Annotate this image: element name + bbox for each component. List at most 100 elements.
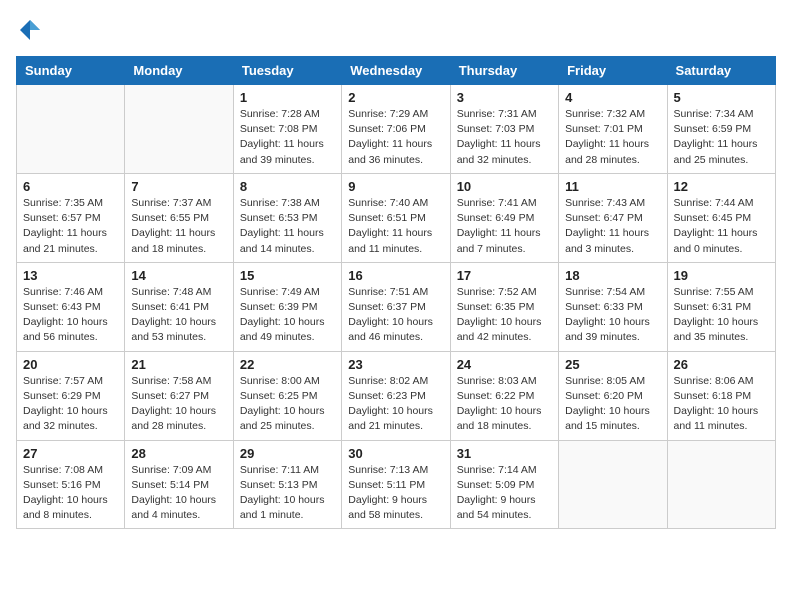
week-row-3: 13Sunrise: 7:46 AMSunset: 6:43 PMDayligh… xyxy=(17,262,776,351)
day-detail: Sunrise: 7:34 AMSunset: 6:59 PMDaylight:… xyxy=(674,107,769,168)
day-detail: Sunrise: 7:37 AMSunset: 6:55 PMDaylight:… xyxy=(131,196,226,257)
day-number: 20 xyxy=(23,357,118,372)
calendar-cell xyxy=(125,85,233,174)
day-detail: Sunrise: 7:11 AMSunset: 5:13 PMDaylight:… xyxy=(240,463,335,524)
calendar-cell: 12Sunrise: 7:44 AMSunset: 6:45 PMDayligh… xyxy=(667,173,775,262)
day-detail: Sunrise: 7:58 AMSunset: 6:27 PMDaylight:… xyxy=(131,374,226,435)
calendar-cell xyxy=(559,440,667,529)
calendar-cell: 7 Sunrise: 7:37 AMSunset: 6:55 PMDaylight… xyxy=(125,173,233,262)
calendar-cell: 29 Sunrise: 7:11 AMSunset: 5:13 PMDayligh… xyxy=(233,440,341,529)
day-number: 26 xyxy=(674,357,769,372)
day-number: 21 xyxy=(131,357,226,372)
day-detail: Sunrise: 7:52 AMSunset: 6:35 PMDaylight:… xyxy=(457,285,552,346)
calendar-cell: 8Sunrise: 7:38 AMSunset: 6:53 PMDaylight… xyxy=(233,173,341,262)
calendar-cell: 5 Sunrise: 7:34 AMSunset: 6:59 PMDaylight… xyxy=(667,85,775,174)
calendar-cell: 24 Sunrise: 8:03 AMSunset: 6:22 PMDayligh… xyxy=(450,351,558,440)
calendar-cell: 17Sunrise: 7:52 AMSunset: 6:35 PMDayligh… xyxy=(450,262,558,351)
week-row-5: 27Sunrise: 7:08 AMSunset: 5:16 PMDayligh… xyxy=(17,440,776,529)
day-number: 1 xyxy=(240,90,335,105)
day-number: 14 xyxy=(131,268,226,283)
day-detail: Sunrise: 7:29 AMSunset: 7:06 PMDaylight:… xyxy=(348,107,443,168)
day-number: 19 xyxy=(674,268,769,283)
day-number: 13 xyxy=(23,268,118,283)
day-detail: Sunrise: 7:57 AMSunset: 6:29 PMDaylight:… xyxy=(23,374,118,435)
calendar-cell: 27Sunrise: 7:08 AMSunset: 5:16 PMDayligh… xyxy=(17,440,125,529)
day-number: 7 xyxy=(131,179,226,194)
calendar-cell: 26 Sunrise: 8:06 AMSunset: 6:18 PMDayligh… xyxy=(667,351,775,440)
calendar-cell: 2 Sunrise: 7:29 AMSunset: 7:06 PMDaylight… xyxy=(342,85,450,174)
day-detail: Sunrise: 8:05 AMSunset: 6:20 PMDaylight:… xyxy=(565,374,660,435)
day-number: 9 xyxy=(348,179,443,194)
col-header-thursday: Thursday xyxy=(450,57,558,85)
day-detail: Sunrise: 7:40 AMSunset: 6:51 PMDaylight:… xyxy=(348,196,443,257)
col-header-friday: Friday xyxy=(559,57,667,85)
day-number: 16 xyxy=(348,268,443,283)
calendar-cell: 16 Sunrise: 7:51 AMSunset: 6:37 PMDayligh… xyxy=(342,262,450,351)
day-number: 6 xyxy=(23,179,118,194)
day-detail: Sunrise: 7:51 AMSunset: 6:37 PMDaylight:… xyxy=(348,285,443,346)
day-detail: Sunrise: 7:43 AMSunset: 6:47 PMDaylight:… xyxy=(565,196,660,257)
day-number: 22 xyxy=(240,357,335,372)
week-row-4: 20 Sunrise: 7:57 AMSunset: 6:29 PMDayligh… xyxy=(17,351,776,440)
day-detail: Sunrise: 7:38 AMSunset: 6:53 PMDaylight:… xyxy=(240,196,335,257)
calendar-cell: 13Sunrise: 7:46 AMSunset: 6:43 PMDayligh… xyxy=(17,262,125,351)
day-number: 5 xyxy=(674,90,769,105)
day-number: 2 xyxy=(348,90,443,105)
day-detail: Sunrise: 7:09 AMSunset: 5:14 PMDaylight:… xyxy=(131,463,226,524)
col-header-wednesday: Wednesday xyxy=(342,57,450,85)
day-number: 15 xyxy=(240,268,335,283)
logo-icon xyxy=(16,16,44,44)
week-row-2: 6 Sunrise: 7:35 AMSunset: 6:57 PMDaylight… xyxy=(17,173,776,262)
calendar-cell: 1 Sunrise: 7:28 AMSunset: 7:08 PMDaylight… xyxy=(233,85,341,174)
col-header-sunday: Sunday xyxy=(17,57,125,85)
calendar-cell: 11Sunrise: 7:43 AMSunset: 6:47 PMDayligh… xyxy=(559,173,667,262)
day-detail: Sunrise: 7:55 AMSunset: 6:31 PMDaylight:… xyxy=(674,285,769,346)
logo xyxy=(16,16,48,44)
day-detail: Sunrise: 8:00 AMSunset: 6:25 PMDaylight:… xyxy=(240,374,335,435)
calendar-cell: 6 Sunrise: 7:35 AMSunset: 6:57 PMDaylight… xyxy=(17,173,125,262)
day-number: 25 xyxy=(565,357,660,372)
day-detail: Sunrise: 7:13 AMSunset: 5:11 PMDaylight:… xyxy=(348,463,443,524)
day-number: 18 xyxy=(565,268,660,283)
calendar-cell: 14Sunrise: 7:48 AMSunset: 6:41 PMDayligh… xyxy=(125,262,233,351)
calendar-cell: 3 Sunrise: 7:31 AMSunset: 7:03 PMDaylight… xyxy=(450,85,558,174)
day-number: 4 xyxy=(565,90,660,105)
day-detail: Sunrise: 7:28 AMSunset: 7:08 PMDaylight:… xyxy=(240,107,335,168)
day-number: 24 xyxy=(457,357,552,372)
day-number: 28 xyxy=(131,446,226,461)
calendar-cell: 20 Sunrise: 7:57 AMSunset: 6:29 PMDayligh… xyxy=(17,351,125,440)
day-number: 23 xyxy=(348,357,443,372)
day-detail: Sunrise: 7:08 AMSunset: 5:16 PMDaylight:… xyxy=(23,463,118,524)
calendar-cell: 21 Sunrise: 7:58 AMSunset: 6:27 PMDayligh… xyxy=(125,351,233,440)
day-detail: Sunrise: 7:31 AMSunset: 7:03 PMDaylight:… xyxy=(457,107,552,168)
day-number: 29 xyxy=(240,446,335,461)
calendar-cell: 28 Sunrise: 7:09 AMSunset: 5:14 PMDayligh… xyxy=(125,440,233,529)
calendar-cell: 22 Sunrise: 8:00 AMSunset: 6:25 PMDayligh… xyxy=(233,351,341,440)
day-detail: Sunrise: 8:06 AMSunset: 6:18 PMDaylight:… xyxy=(674,374,769,435)
col-header-monday: Monday xyxy=(125,57,233,85)
calendar-cell: 19 Sunrise: 7:55 AMSunset: 6:31 PMDayligh… xyxy=(667,262,775,351)
calendar-cell: 4 Sunrise: 7:32 AMSunset: 7:01 PMDaylight… xyxy=(559,85,667,174)
calendar-table: SundayMondayTuesdayWednesdayThursdayFrid… xyxy=(16,56,776,529)
day-detail: Sunrise: 7:49 AMSunset: 6:39 PMDaylight:… xyxy=(240,285,335,346)
calendar-cell xyxy=(667,440,775,529)
calendar-cell: 31Sunrise: 7:14 AMSunset: 5:09 PMDayligh… xyxy=(450,440,558,529)
day-detail: Sunrise: 7:35 AMSunset: 6:57 PMDaylight:… xyxy=(23,196,118,257)
col-header-saturday: Saturday xyxy=(667,57,775,85)
calendar-cell: 9 Sunrise: 7:40 AMSunset: 6:51 PMDaylight… xyxy=(342,173,450,262)
week-row-1: 1 Sunrise: 7:28 AMSunset: 7:08 PMDaylight… xyxy=(17,85,776,174)
day-number: 30 xyxy=(348,446,443,461)
day-detail: Sunrise: 7:32 AMSunset: 7:01 PMDaylight:… xyxy=(565,107,660,168)
day-detail: Sunrise: 7:54 AMSunset: 6:33 PMDaylight:… xyxy=(565,285,660,346)
day-number: 3 xyxy=(457,90,552,105)
calendar-cell: 18 Sunrise: 7:54 AMSunset: 6:33 PMDayligh… xyxy=(559,262,667,351)
calendar-cell: 23Sunrise: 8:02 AMSunset: 6:23 PMDayligh… xyxy=(342,351,450,440)
calendar-cell: 15 Sunrise: 7:49 AMSunset: 6:39 PMDayligh… xyxy=(233,262,341,351)
col-header-tuesday: Tuesday xyxy=(233,57,341,85)
calendar-cell: 25 Sunrise: 8:05 AMSunset: 6:20 PMDayligh… xyxy=(559,351,667,440)
day-number: 31 xyxy=(457,446,552,461)
day-detail: Sunrise: 8:03 AMSunset: 6:22 PMDaylight:… xyxy=(457,374,552,435)
calendar-header-row: SundayMondayTuesdayWednesdayThursdayFrid… xyxy=(17,57,776,85)
page-header xyxy=(16,16,776,44)
day-detail: Sunrise: 7:44 AMSunset: 6:45 PMDaylight:… xyxy=(674,196,769,257)
